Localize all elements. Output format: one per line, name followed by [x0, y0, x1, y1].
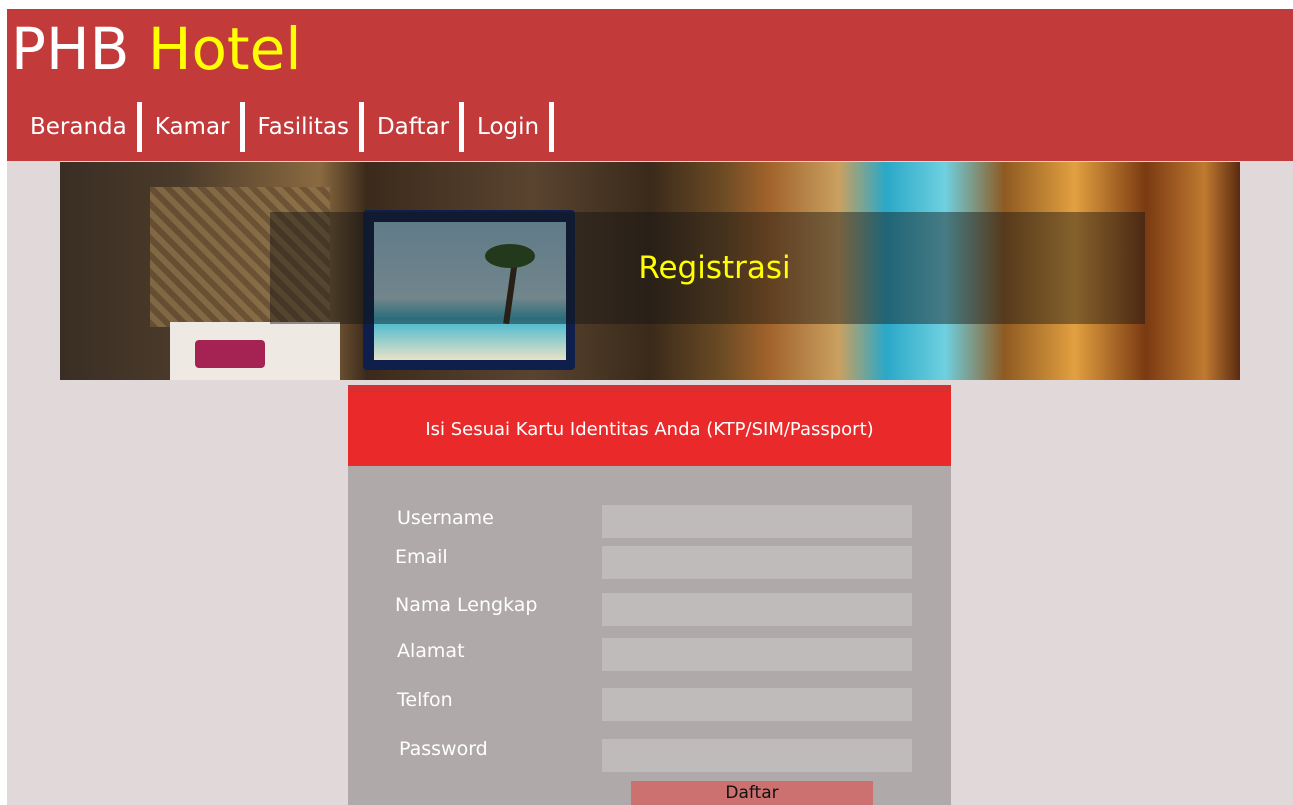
registration-form: Isi Sesuai Kartu Identitas Anda (KTP/SIM… [348, 385, 951, 805]
nav-link-login[interactable]: Login [472, 114, 544, 140]
nav-item-login: Login [472, 101, 562, 153]
username-input[interactable] [602, 505, 912, 538]
site-logo[interactable]: PHB Hotel [11, 13, 301, 85]
main-nav: Beranda Kamar Fasilitas Daftar Login [25, 101, 562, 153]
address-input[interactable] [602, 638, 912, 671]
nav-divider [459, 102, 465, 152]
nav-link-fasilitas[interactable]: Fasilitas [253, 114, 354, 140]
nav-divider [358, 102, 364, 152]
nav-divider [549, 102, 555, 152]
password-label: Password [399, 738, 488, 760]
email-label: Email [395, 546, 448, 568]
nav-item-kamar: Kamar [150, 101, 253, 153]
nav-divider [239, 102, 245, 152]
phone-label: Telfon [397, 689, 453, 711]
full-name-label: Nama Lengkap [395, 594, 538, 616]
banner-pillow [195, 340, 265, 368]
email-input[interactable] [602, 546, 912, 579]
hero-banner-image: Registrasi [60, 162, 1240, 380]
nav-item-daftar: Daftar [372, 101, 472, 153]
address-label: Alamat [397, 640, 465, 662]
nav-link-beranda[interactable]: Beranda [25, 114, 132, 140]
nav-item-fasilitas: Fasilitas [253, 101, 372, 153]
page-title: Registrasi [638, 250, 791, 286]
nav-item-beranda: Beranda [25, 101, 150, 153]
full-name-input[interactable] [602, 593, 912, 626]
form-heading: Isi Sesuai Kartu Identitas Anda (KTP/SIM… [348, 385, 951, 466]
nav-link-daftar[interactable]: Daftar [372, 114, 454, 140]
nav-link-kamar[interactable]: Kamar [150, 114, 235, 140]
brand-accent-text: Hotel [147, 15, 302, 83]
nav-divider [136, 102, 142, 152]
brand-main-text: PHB [11, 15, 148, 83]
phone-input[interactable] [602, 688, 912, 721]
page: PHB Hotel Beranda Kamar Fasilitas Daftar… [7, 9, 1293, 805]
register-button[interactable]: Daftar [631, 781, 873, 805]
site-header: PHB Hotel Beranda Kamar Fasilitas Daftar… [7, 9, 1293, 161]
password-input[interactable] [602, 739, 912, 772]
username-label: Username [397, 507, 494, 529]
